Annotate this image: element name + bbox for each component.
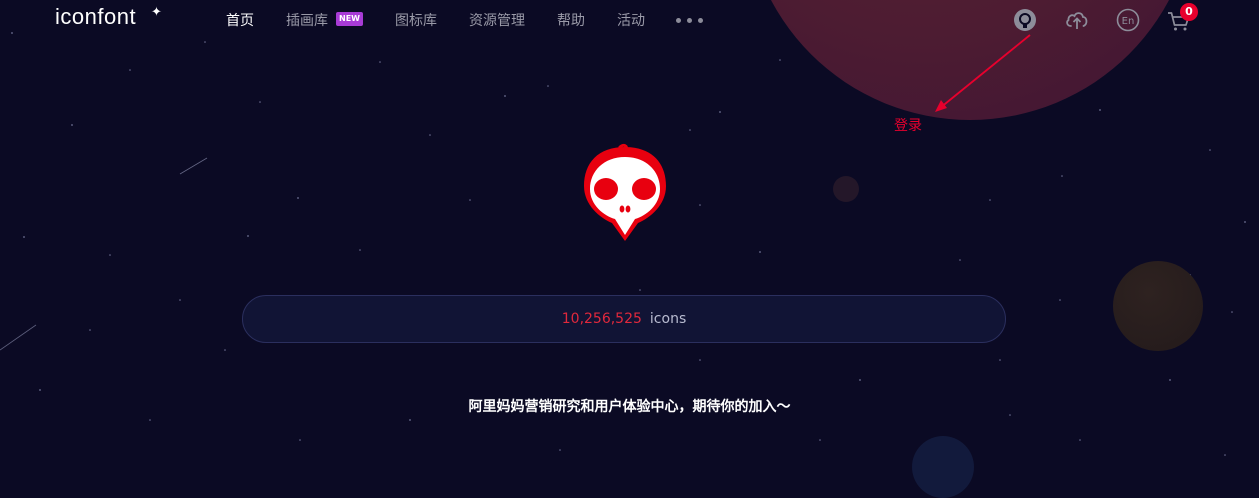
- planet-brown: [1113, 261, 1203, 351]
- logo-mark: ✦: [151, 5, 162, 20]
- nav-resource-management[interactable]: 资源管理: [469, 10, 525, 30]
- nav-home[interactable]: 首页: [226, 10, 254, 30]
- icon-count: 10,256,525: [561, 311, 642, 327]
- upload-cloud-icon[interactable]: [1064, 8, 1090, 32]
- cart-count-badge: 0: [1180, 3, 1198, 21]
- nav-icon-library[interactable]: 图标库: [395, 10, 437, 30]
- annotation-arrow: [935, 34, 1031, 112]
- language-en-icon[interactable]: En: [1116, 8, 1140, 32]
- new-badge: NEW: [336, 12, 363, 26]
- icon-count-unit: icons: [649, 311, 687, 327]
- github-icon[interactable]: [1013, 8, 1037, 32]
- search-bar[interactable]: 10,256,525 icons: [242, 295, 1006, 343]
- skull-mascot-icon: [584, 143, 666, 241]
- language-label: En: [1122, 16, 1135, 27]
- nav-illustrations[interactable]: 插画库: [286, 10, 328, 30]
- nav-activities[interactable]: 活动: [617, 10, 645, 30]
- planet-blue: [912, 436, 974, 498]
- nav-help[interactable]: 帮助: [557, 10, 585, 30]
- more-dots-icon[interactable]: [676, 18, 703, 23]
- iconfont-logo[interactable]: iconfont: [55, 4, 136, 30]
- planet-small: [833, 176, 859, 202]
- tagline: 阿里妈妈营销研究和用户体验中心，期待你的加入～: [468, 399, 791, 415]
- login-annotation[interactable]: 登录: [894, 115, 922, 135]
